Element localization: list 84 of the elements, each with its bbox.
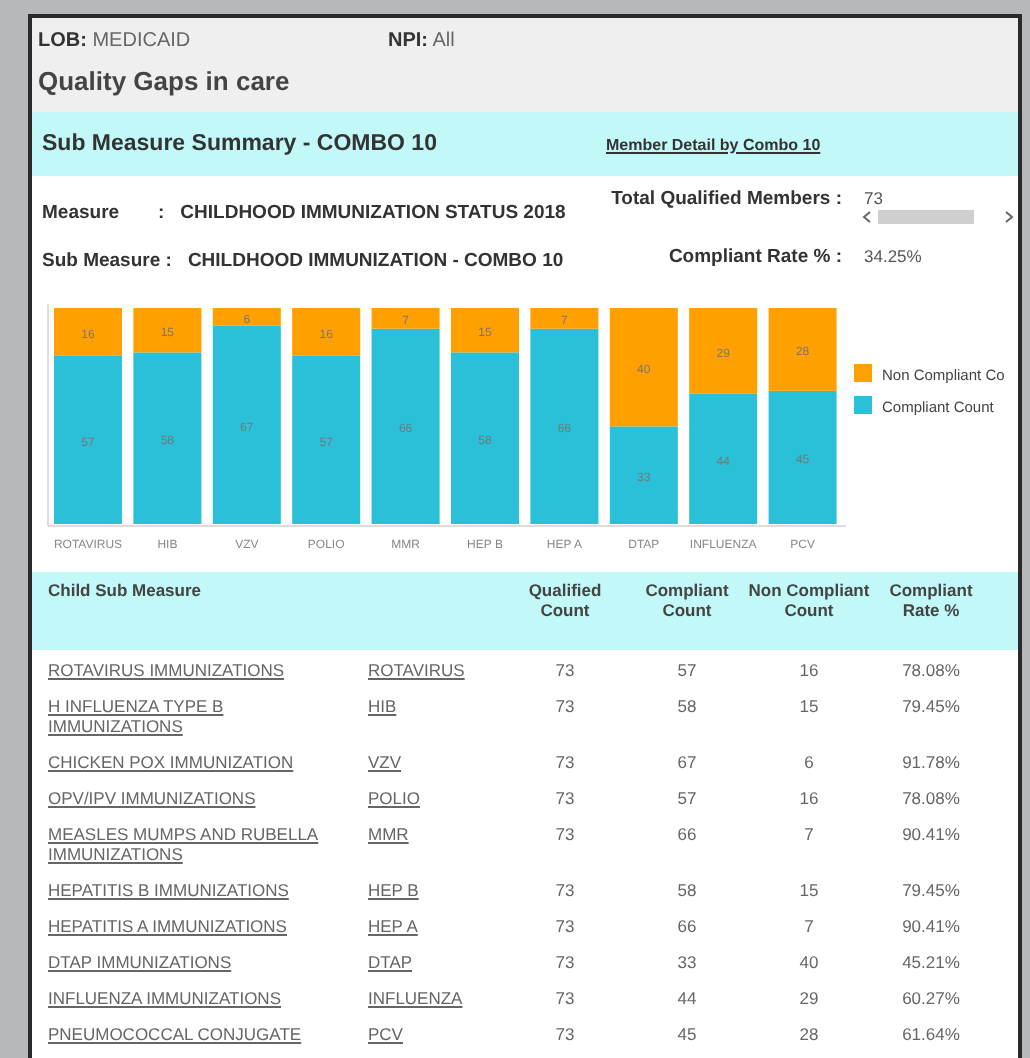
- table-cell: 78.08%: [902, 660, 960, 680]
- table-cell: 15: [799, 880, 819, 900]
- member-detail-link[interactable]: Member Detail by Combo 10: [606, 135, 821, 153]
- table-cell: 61.64%: [902, 1024, 960, 1044]
- table-cell: 79.45%: [902, 880, 960, 900]
- table-cell: 15: [799, 696, 819, 716]
- table-cell: 33: [677, 952, 697, 972]
- total-value: 73: [864, 188, 885, 208]
- table-cell: 73: [555, 696, 575, 716]
- column-header: Child Sub Measure: [46, 580, 204, 604]
- code-link[interactable]: HIB: [368, 696, 397, 716]
- table-cell: 57: [677, 788, 697, 808]
- table-cell: 29: [799, 988, 819, 1008]
- table-cell: 66: [677, 824, 697, 844]
- sub-measure-value: CHILDHOOD IMMUNIZATION - COMBO 10: [187, 249, 564, 271]
- table-cell: 44: [677, 988, 697, 1008]
- table-cell: 73: [555, 824, 575, 844]
- total-label: Total Qualified Members :: [611, 188, 842, 210]
- table-cell: 73: [555, 952, 575, 972]
- measure-link[interactable]: ROTAVIRUS IMMUNIZATIONS: [48, 660, 285, 680]
- filter-label: NPI: All: [388, 29, 455, 51]
- table-cell: 58: [677, 696, 697, 716]
- code-link[interactable]: HEP B: [368, 880, 419, 900]
- bar: [609, 426, 678, 524]
- code-link[interactable]: INFLUENZA: [368, 988, 463, 1008]
- table-cell: 58: [677, 880, 697, 900]
- summary-title: Sub Measure Summary - COMBO 10: [42, 132, 439, 156]
- measure-label: Measure: [42, 201, 122, 223]
- compliant-rate-label: Compliant Rate % :: [668, 245, 842, 267]
- table-cell: 91.78%: [902, 752, 960, 772]
- measure-link[interactable]: INFLUENZA IMMUNIZATIONS: [48, 988, 281, 1008]
- code-link[interactable]: MMR: [368, 824, 409, 844]
- table-cell: 45: [677, 1024, 697, 1044]
- table-cell: 73: [555, 660, 575, 680]
- table-cell: 73: [555, 752, 575, 772]
- measure-link[interactable]: MEASLES MUMPS AND RUBELLA IMMUNIZATIONS: [48, 824, 358, 864]
- table-cell: 28: [799, 1024, 819, 1044]
- table-cell: 57: [677, 660, 697, 680]
- compliant-rate-value: 34.25%: [864, 246, 924, 266]
- table-cell: 67: [677, 752, 697, 772]
- table-cell: 73: [555, 1024, 575, 1044]
- measure-link[interactable]: H INFLUENZA TYPE B IMMUNIZATIONS: [48, 696, 358, 736]
- scrollbar[interactable]: [858, 208, 1018, 226]
- measure-link[interactable]: HEPATITIS B IMMUNIZATIONS: [48, 880, 289, 900]
- table-cell: 73: [555, 916, 575, 936]
- table-cell: 90.41%: [902, 824, 960, 844]
- measure-link[interactable]: OPV/IPV IMMUNIZATIONS: [48, 788, 256, 808]
- code-link[interactable]: HEP A: [368, 916, 418, 936]
- table-cell: 7: [804, 824, 814, 844]
- table-cell: 16: [799, 788, 819, 808]
- column-header: Qualified Count: [526, 580, 604, 624]
- page-title: Quality Gaps in care: [38, 66, 292, 100]
- measure-value: CHILDHOOD IMMUNIZATION STATUS 2018: [180, 201, 566, 223]
- column-header: Compliant Rate %: [887, 580, 975, 624]
- table-cell: 40: [799, 952, 819, 972]
- table-cell: 79.45%: [902, 696, 960, 716]
- table-cell: 66: [677, 916, 697, 936]
- measure-link[interactable]: DTAP IMMUNIZATIONS: [48, 952, 232, 972]
- table-cell: 73: [555, 988, 575, 1008]
- sub-measure-label: Sub Measure :: [42, 249, 172, 271]
- measure-link[interactable]: CHICKEN POX IMMUNIZATION: [48, 752, 294, 772]
- separator: :: [158, 201, 165, 223]
- table-cell: 7: [804, 916, 814, 936]
- table-cell: 45.21%: [902, 952, 960, 972]
- measure-link[interactable]: PNEUMOCOCCAL CONJUGATE: [48, 1024, 302, 1044]
- filter-label: LOB: MEDICAID: [38, 29, 193, 51]
- table-cell: 16: [799, 660, 819, 680]
- measure-link[interactable]: HEPATITIS A IMMUNIZATIONS: [48, 916, 287, 936]
- table-cell: 6: [804, 752, 814, 772]
- code-link[interactable]: VZV: [368, 752, 402, 772]
- table-cell: 60.27%: [902, 988, 960, 1008]
- table-cell: 90.41%: [902, 916, 960, 936]
- legend-swatch: [854, 396, 872, 414]
- legend-swatch: [854, 364, 872, 382]
- column-header: Compliant Count: [643, 580, 731, 624]
- code-link[interactable]: ROTAVIRUS: [368, 660, 465, 680]
- bar: [609, 308, 678, 427]
- code-link[interactable]: POLIO: [368, 788, 420, 808]
- code-link[interactable]: DTAP: [368, 952, 413, 972]
- code-link[interactable]: PCV: [368, 1024, 403, 1044]
- table-cell: 78.08%: [902, 788, 960, 808]
- column-header: Non Compliant Count: [748, 580, 870, 624]
- table-cell: 73: [555, 788, 575, 808]
- table-cell: 73: [555, 880, 575, 900]
